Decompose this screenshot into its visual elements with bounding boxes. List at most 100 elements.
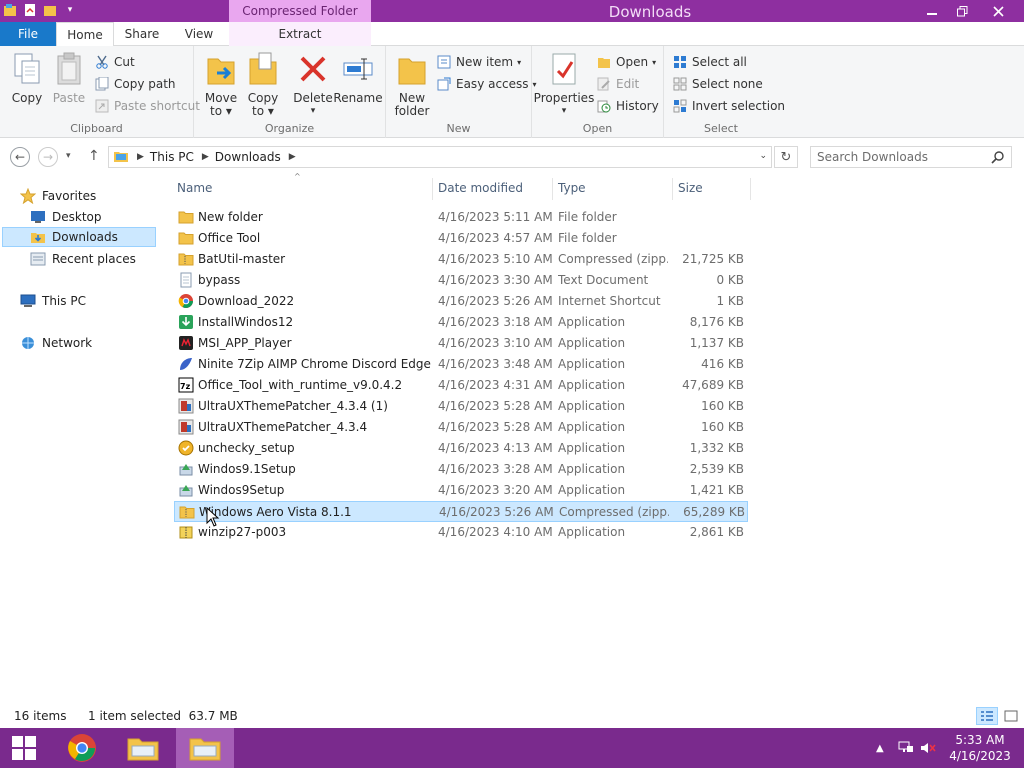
taskbar-chrome[interactable]	[56, 728, 108, 768]
paste-shortcut-button[interactable]: Paste shortcut	[94, 96, 200, 116]
file-size: 1,332 KB	[689, 441, 744, 455]
easy-access-button[interactable]: Easy access ▾	[436, 74, 537, 94]
column-type[interactable]: Type	[558, 181, 586, 195]
open-folder-icon	[596, 54, 612, 70]
file-row[interactable]: UltraUXThemePatcher_4.3.4 (1) 4/16/2023 5…	[174, 396, 748, 417]
restore-button[interactable]	[948, 0, 976, 22]
file-size: 0 KB	[716, 273, 744, 287]
start-button[interactable]	[0, 728, 48, 768]
file-row[interactable]: bypass 4/16/2023 3:30 AM Text Document 0 KB	[174, 270, 748, 291]
column-divider[interactable]	[672, 178, 673, 200]
nav-favorites[interactable]: Favorites	[20, 186, 96, 206]
paste-button[interactable]: Paste	[50, 50, 88, 105]
tab-share[interactable]: Share	[118, 22, 166, 46]
nav-recent-places[interactable]: Recent places	[30, 249, 136, 269]
file-row[interactable]: Windows Aero Vista 8.1.1 4/16/2023 5:26 A…	[174, 501, 748, 522]
breadcrumb-chevron-icon[interactable]: ▶	[289, 152, 296, 162]
file-row[interactable]: UltraUXThemePatcher_4.3.4 4/16/2023 5:28 …	[174, 417, 748, 438]
open-button[interactable]: Open ▾	[596, 52, 656, 72]
breadcrumb-this-pc[interactable]: This PC	[150, 150, 194, 164]
customize-toolbar-icon[interactable]: ▾	[62, 2, 78, 18]
search-input[interactable]	[817, 150, 987, 164]
file-row[interactable]: InstallWindos12 4/16/2023 3:18 AM Applicat…	[174, 312, 748, 333]
nav-network[interactable]: Network	[20, 333, 92, 353]
address-bar[interactable]: ▶ This PC ▶ Downloads ▶ ⌄	[108, 146, 772, 168]
delete-button[interactable]: Delete ▾	[293, 50, 333, 118]
column-divider[interactable]	[552, 178, 553, 200]
recent-locations-icon[interactable]: ▾	[66, 151, 71, 161]
cut-button[interactable]: Cut	[94, 52, 135, 72]
rename-label: Rename	[333, 91, 383, 105]
tab-file[interactable]: File	[0, 22, 56, 46]
volume-tray-button[interactable]	[920, 728, 936, 768]
properties-button[interactable]: Properties ▾	[534, 50, 594, 118]
minimize-button[interactable]	[918, 0, 946, 22]
forward-button[interactable]: →	[38, 147, 58, 167]
details-view-button[interactable]	[976, 707, 998, 725]
file-row[interactable]: BatUtil-master 4/16/2023 5:10 AM Compresse…	[174, 249, 748, 270]
taskbar-clock[interactable]: 5:33 AM 4/16/2023	[944, 732, 1016, 764]
nav-desktop[interactable]: Desktop	[30, 207, 102, 227]
breadcrumb-chevron-icon[interactable]: ▶	[137, 152, 144, 162]
chrome-icon	[68, 734, 96, 762]
move-to-button[interactable]: Move to ▾	[202, 50, 240, 118]
taskbar: ▲ 5:33 AM 4/16/2023	[0, 728, 1024, 768]
history-label: History	[616, 99, 659, 113]
network-tray-button[interactable]	[898, 728, 914, 768]
file-row[interactable]: 7z Office_Tool_with_runtime_v9.0.4.2 4/16/…	[174, 375, 748, 396]
file-row[interactable]: unchecky_setup 4/16/2023 4:13 AM Applicati…	[174, 438, 748, 459]
rename-button[interactable]: Rename	[333, 50, 383, 105]
breadcrumb-chevron-icon[interactable]: ▶	[202, 152, 209, 162]
address-dropdown-icon[interactable]: ⌄	[759, 151, 767, 161]
svg-text:7z: 7z	[180, 382, 191, 391]
taskbar-file-explorer-active[interactable]	[176, 728, 234, 768]
file-row[interactable]: Windos9Setup 4/16/2023 3:20 AM Application…	[174, 480, 748, 501]
column-divider[interactable]	[432, 178, 433, 200]
refresh-button[interactable]: ↻	[774, 146, 798, 168]
column-divider[interactable]	[750, 178, 751, 200]
file-row[interactable]: MSI_APP_Player 4/16/2023 3:10 AM Applicati…	[174, 333, 748, 354]
select-group: Select all Select none Invert selection …	[664, 46, 785, 138]
copy-button[interactable]: Copy	[8, 50, 46, 105]
file-row[interactable]: New folder 4/16/2023 5:11 AM File folder	[174, 207, 748, 228]
file-row[interactable]: Download_2022 4/16/2023 5:26 AM Internet S…	[174, 291, 748, 312]
file-row[interactable]: Office Tool 4/16/2023 4:57 AM File folder	[174, 228, 748, 249]
select-all-button[interactable]: Select all	[672, 52, 747, 72]
file-row[interactable]: Ninite 7Zip AIMP Chrome Discord Edge F..…	[174, 354, 748, 375]
nav-downloads[interactable]: Downloads	[2, 227, 156, 247]
file-row[interactable]: winzip27-p003 4/16/2023 4:10 AM Applicatio…	[174, 522, 748, 543]
file-row[interactable]: Windos9.1Setup 4/16/2023 3:28 AM Applicati…	[174, 459, 748, 480]
new-folder-quick-icon[interactable]	[42, 2, 58, 18]
large-icons-view-button[interactable]	[1000, 707, 1022, 725]
file-date-modified: 4/16/2023 5:28 AM	[438, 399, 553, 413]
search-box[interactable]	[810, 146, 1012, 168]
breadcrumb-downloads[interactable]: Downloads	[215, 150, 281, 164]
history-button[interactable]: History	[596, 96, 659, 116]
file-type: Application	[558, 336, 626, 350]
taskbar-file-explorer[interactable]	[116, 728, 170, 768]
network-tray-icon	[898, 741, 913, 752]
new-item-button[interactable]: New item ▾	[436, 52, 521, 72]
edit-button[interactable]: Edit	[596, 74, 639, 94]
select-all-label: Select all	[692, 55, 747, 69]
tab-view[interactable]: View	[178, 22, 220, 46]
column-date-modified[interactable]: Date modified	[438, 181, 523, 195]
copy-to-button[interactable]: Copy to ▾	[244, 50, 282, 118]
show-hidden-icons-button[interactable]: ▲	[876, 728, 884, 768]
column-size[interactable]: Size	[678, 181, 703, 195]
tab-extract[interactable]: Extract	[229, 22, 371, 46]
properties-quick-icon[interactable]	[22, 2, 38, 18]
up-arrow-icon[interactable]: ↑	[88, 148, 100, 164]
explorer-app-icon[interactable]	[2, 2, 18, 18]
close-button[interactable]	[974, 0, 1022, 22]
back-button[interactable]: ←	[10, 147, 30, 167]
nav-this-pc[interactable]: This PC	[20, 291, 86, 311]
rename-icon	[341, 50, 375, 88]
select-none-button[interactable]: Select none	[672, 74, 763, 94]
new-folder-button[interactable]: New folder	[392, 50, 432, 118]
tab-home[interactable]: Home	[56, 22, 114, 47]
navigation-bar: ← → ▾ ↑ ▶ This PC ▶ Downloads ▶ ⌄ ↻	[0, 138, 1024, 176]
invert-selection-button[interactable]: Invert selection	[672, 96, 785, 116]
copy-path-button[interactable]: Copy path	[94, 74, 176, 94]
column-name[interactable]: Name	[177, 181, 212, 195]
